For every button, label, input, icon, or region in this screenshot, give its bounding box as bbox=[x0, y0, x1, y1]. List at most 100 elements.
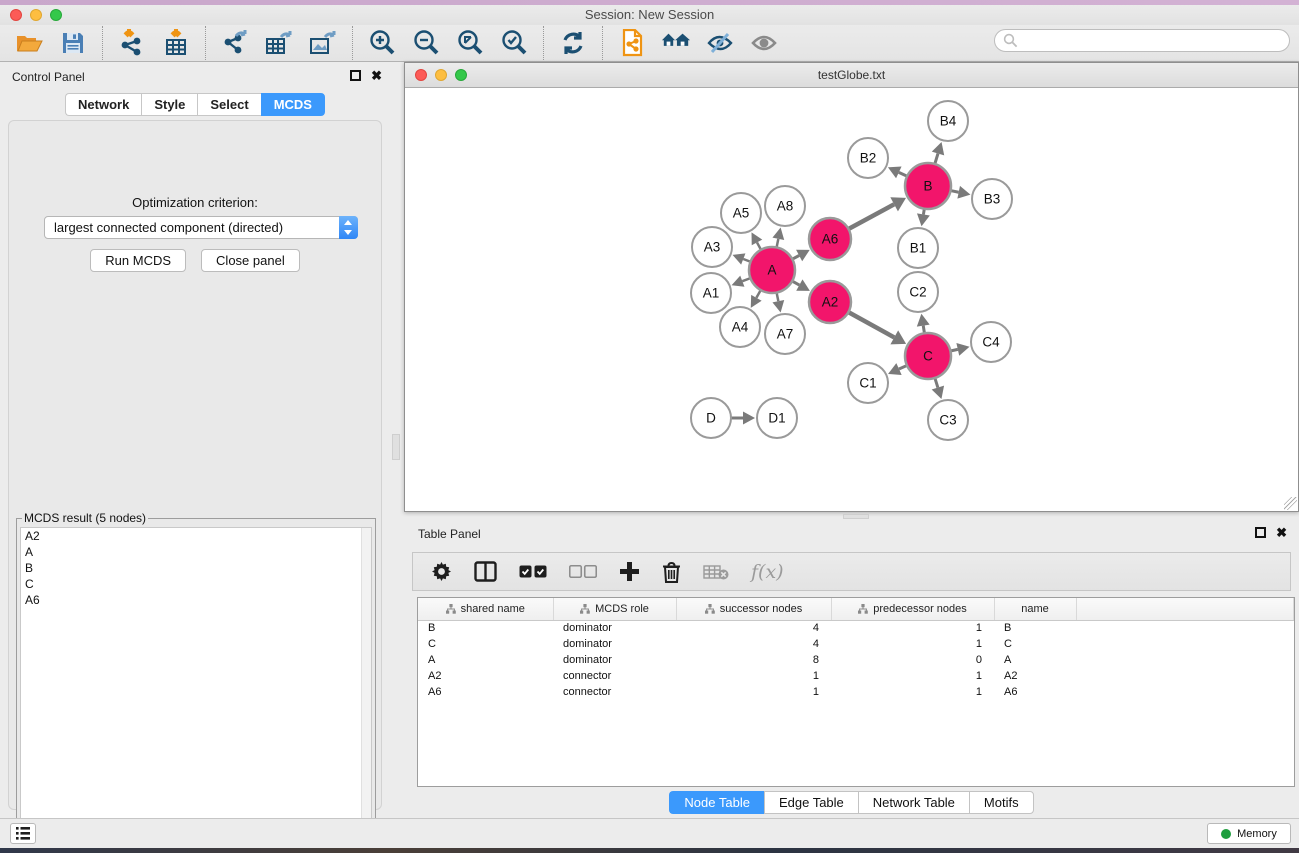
mcds-result-list[interactable]: A2ABCA6 bbox=[20, 527, 372, 847]
table-cell[interactable]: A2 bbox=[418, 668, 553, 684]
close-panel-button[interactable]: Close panel bbox=[201, 249, 300, 272]
home-icon[interactable] bbox=[661, 28, 691, 58]
zoom-out-icon[interactable] bbox=[411, 28, 441, 58]
table-cell[interactable]: 1 bbox=[831, 620, 994, 636]
table-cell[interactable]: 1 bbox=[831, 668, 994, 684]
table-cell[interactable]: 1 bbox=[831, 636, 994, 652]
search-input[interactable] bbox=[994, 29, 1290, 52]
export-network-icon[interactable] bbox=[220, 28, 250, 58]
network-window-titlebar[interactable]: testGlobe.txt bbox=[405, 63, 1298, 88]
table-row[interactable]: A2connector11A2 bbox=[418, 668, 1294, 684]
node-table-header[interactable]: shared nameMCDS rolesuccessor nodesprede… bbox=[418, 598, 1294, 620]
table-row[interactable]: A6connector11A6 bbox=[418, 684, 1294, 700]
result-item[interactable]: A bbox=[21, 544, 371, 560]
tab-mcds[interactable]: MCDS bbox=[261, 93, 325, 116]
table-cell[interactable]: A2 bbox=[994, 668, 1076, 684]
table-cell[interactable]: dominator bbox=[553, 652, 676, 668]
table-cell[interactable] bbox=[1076, 636, 1294, 652]
edge-A-A8[interactable] bbox=[777, 239, 779, 248]
table-cell[interactable]: dominator bbox=[553, 636, 676, 652]
add-icon[interactable] bbox=[619, 561, 640, 582]
zoom-selected-icon[interactable] bbox=[499, 28, 529, 58]
table-row[interactable]: Adominator80A bbox=[418, 652, 1294, 668]
table-cell[interactable]: C bbox=[418, 636, 553, 652]
columns-icon[interactable] bbox=[474, 561, 497, 582]
edge-C-C1[interactable] bbox=[899, 365, 907, 369]
tab-style[interactable]: Style bbox=[141, 93, 197, 116]
tab-node-table[interactable]: Node Table bbox=[669, 791, 764, 814]
table-cell[interactable]: 8 bbox=[676, 652, 831, 668]
import-network-icon[interactable] bbox=[117, 28, 147, 58]
table-close-panel-icon[interactable]: ✖ bbox=[1276, 527, 1287, 538]
tab-network[interactable]: Network bbox=[65, 93, 141, 116]
tab-network-table[interactable]: Network Table bbox=[858, 791, 969, 814]
tab-select[interactable]: Select bbox=[197, 93, 260, 116]
table-cell[interactable]: 4 bbox=[676, 636, 831, 652]
edge-A2-C[interactable] bbox=[848, 312, 894, 337]
edge-A6-B[interactable] bbox=[848, 204, 894, 229]
import-table-icon[interactable] bbox=[161, 28, 191, 58]
column-header-name[interactable]: name bbox=[994, 598, 1076, 620]
table-cell[interactable] bbox=[1076, 652, 1294, 668]
table-cell[interactable]: 1 bbox=[831, 684, 994, 700]
save-session-icon[interactable] bbox=[58, 28, 88, 58]
table-cell[interactable]: 1 bbox=[676, 668, 831, 684]
task-history-button[interactable] bbox=[10, 823, 36, 844]
delete-icon[interactable] bbox=[662, 561, 681, 583]
network-graph[interactable]: B4B2BB3A5A8A6A3AB1A1A2C2A4A7C4CC1DD1C3 bbox=[405, 88, 1298, 511]
window-resize-grip[interactable] bbox=[1284, 497, 1297, 510]
gear-icon[interactable] bbox=[431, 561, 452, 582]
table-row[interactable]: Bdominator41B bbox=[418, 620, 1294, 636]
table-row[interactable]: Cdominator41C bbox=[418, 636, 1294, 652]
select-all-icon[interactable] bbox=[519, 565, 547, 578]
export-image-icon[interactable] bbox=[308, 28, 338, 58]
refresh-layout-icon[interactable] bbox=[558, 28, 588, 58]
function-builder-icon[interactable]: f(x) bbox=[751, 561, 784, 583]
result-item[interactable]: B bbox=[21, 560, 371, 576]
result-list-scrollbar[interactable] bbox=[361, 528, 371, 846]
network-file-icon[interactable] bbox=[617, 28, 647, 58]
hide-details-icon[interactable] bbox=[705, 28, 735, 58]
table-cell[interactable]: 4 bbox=[676, 620, 831, 636]
table-cell[interactable]: connector bbox=[553, 668, 676, 684]
table-cell[interactable]: B bbox=[994, 620, 1076, 636]
node-table-body[interactable]: Bdominator41BCdominator41CAdominator80AA… bbox=[418, 620, 1294, 700]
edge-C-C3[interactable] bbox=[935, 378, 938, 388]
edge-A-A7[interactable] bbox=[777, 293, 779, 302]
tab-motifs[interactable]: Motifs bbox=[969, 791, 1034, 814]
column-header-MCDS-role[interactable]: MCDS role bbox=[553, 598, 676, 620]
edge-A-A5[interactable] bbox=[757, 242, 761, 249]
memory-button[interactable]: Memory bbox=[1207, 823, 1291, 844]
zoom-fit-icon[interactable] bbox=[455, 28, 485, 58]
result-item[interactable]: A6 bbox=[21, 592, 371, 608]
tab-edge-table[interactable]: Edge Table bbox=[764, 791, 858, 814]
table-cell[interactable]: connector bbox=[553, 684, 676, 700]
table-cell[interactable]: dominator bbox=[553, 620, 676, 636]
table-cell[interactable]: C bbox=[994, 636, 1076, 652]
edge-A-A1[interactable] bbox=[742, 278, 750, 281]
float-panel-icon[interactable] bbox=[350, 70, 361, 81]
result-item[interactable]: C bbox=[21, 576, 371, 592]
table-cell[interactable]: 0 bbox=[831, 652, 994, 668]
table-float-panel-icon[interactable] bbox=[1255, 527, 1266, 538]
column-header-predecessor-nodes[interactable]: predecessor nodes bbox=[831, 598, 994, 620]
table-cell[interactable]: A6 bbox=[994, 684, 1076, 700]
column-header-successor-nodes[interactable]: successor nodes bbox=[676, 598, 831, 620]
table-cell[interactable]: B bbox=[418, 620, 553, 636]
delete-table-icon[interactable] bbox=[703, 564, 729, 580]
table-cell[interactable] bbox=[1076, 620, 1294, 636]
run-mcds-button[interactable]: Run MCDS bbox=[90, 249, 186, 272]
horizontal-splitter-handle[interactable] bbox=[843, 514, 869, 519]
table-cell[interactable]: 1 bbox=[676, 684, 831, 700]
column-header-shared-name[interactable]: shared name bbox=[418, 598, 553, 620]
close-panel-icon[interactable]: ✖ bbox=[371, 70, 382, 81]
deselect-all-icon[interactable] bbox=[569, 565, 597, 578]
table-cell[interactable] bbox=[1076, 684, 1294, 700]
optimization-criterion-select[interactable]: largest connected component (directed) bbox=[44, 216, 358, 239]
table-cell[interactable]: A bbox=[994, 652, 1076, 668]
export-table-icon[interactable] bbox=[264, 28, 294, 58]
table-cell[interactable]: A bbox=[418, 652, 553, 668]
show-details-icon[interactable] bbox=[749, 28, 779, 58]
edge-A-A4[interactable] bbox=[756, 290, 760, 298]
vertical-splitter-handle[interactable] bbox=[392, 434, 400, 460]
